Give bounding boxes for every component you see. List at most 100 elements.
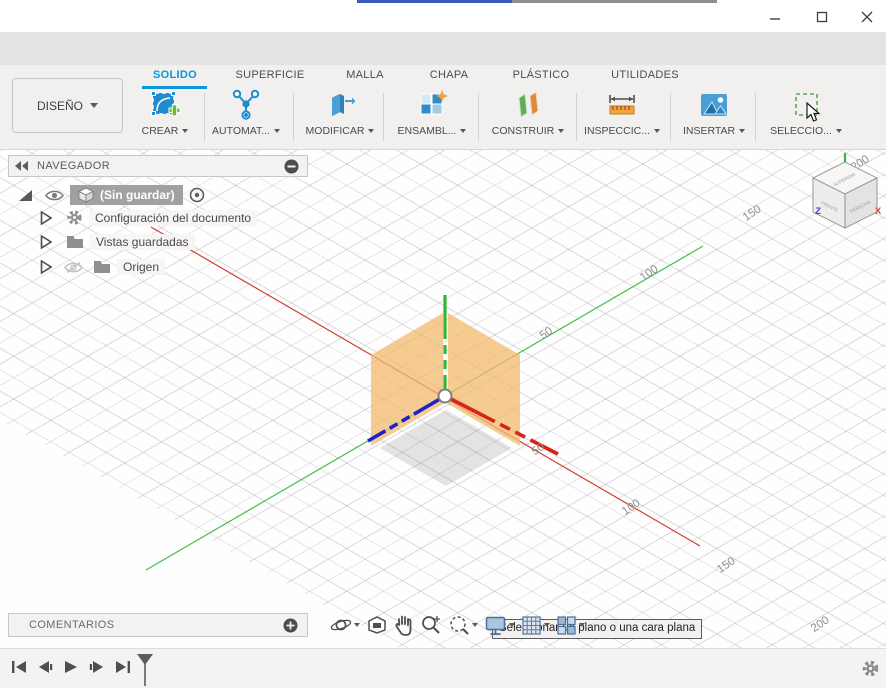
navigator-item-saved-views[interactable]: Vistas guardadas <box>40 234 195 250</box>
group-insertar[interactable]: INSERTAR <box>672 89 756 137</box>
group-crear[interactable]: CREAR <box>123 89 207 137</box>
tab-malla[interactable]: MALLA <box>340 69 390 85</box>
look-at-button[interactable] <box>366 615 388 635</box>
group-construir-label: CONSTRUIR <box>491 125 555 137</box>
group-modificar[interactable]: MODIFICAR <box>298 89 382 137</box>
group-ensambl[interactable]: ENSAMBL... <box>390 89 474 137</box>
top-accent-strip <box>357 0 512 3</box>
navigator-root-row[interactable]: (Sin guardar) <box>18 185 205 205</box>
timeline-skip-start-button[interactable] <box>10 657 28 677</box>
ribbon-separator <box>755 93 756 141</box>
minimize-icon <box>770 18 780 20</box>
timeline-skip-end-button[interactable] <box>114 657 132 677</box>
maximize-button[interactable] <box>807 6 837 28</box>
expand-closed-icon[interactable] <box>40 260 52 274</box>
ensambl-caret-icon <box>460 129 467 133</box>
maximize-icon <box>816 11 828 23</box>
add-comment-plus-icon[interactable] <box>283 618 298 633</box>
timeline-bar <box>0 648 886 688</box>
ribbon-separator <box>670 93 671 141</box>
automat-caret-icon <box>273 129 280 133</box>
timeline-step-back-button[interactable] <box>36 657 54 677</box>
viewports-caret-icon[interactable] <box>579 623 585 627</box>
group-construir[interactable]: CONSTRUIR <box>486 89 570 137</box>
mouse-cursor <box>806 102 821 122</box>
panel-minus-icon[interactable] <box>284 159 299 174</box>
grid-labels-se: 50 100 150 200 <box>530 441 832 635</box>
group-seleccionar-label: SELECCIO... <box>770 125 832 137</box>
timeline-step-forward-button[interactable] <box>88 657 106 677</box>
grid-settings-button[interactable] <box>521 615 550 636</box>
grid-caret-icon[interactable] <box>544 623 550 627</box>
grid-label: 150 <box>715 555 738 576</box>
navigator-header[interactable]: NAVEGADOR <box>8 155 308 177</box>
navigator-title: NAVEGADOR <box>37 160 111 172</box>
fit-caret-icon[interactable] <box>472 623 478 627</box>
view-cube[interactable]: SUPERIOR FRENTE DERECHA Z X <box>811 153 882 229</box>
fit-view-button[interactable] <box>448 614 478 636</box>
close-window-button[interactable] <box>852 6 882 28</box>
display-settings-button[interactable] <box>484 615 515 636</box>
look-at-icon <box>368 616 386 634</box>
group-crear-label: CREAR <box>141 125 179 137</box>
group-insertar-label: INSERTAR <box>682 125 736 137</box>
construct-icon <box>518 91 539 118</box>
create-sketch-icon <box>151 91 181 117</box>
activate-component-radio-icon[interactable] <box>189 187 205 203</box>
modify-icon <box>332 94 356 116</box>
origin-point[interactable] <box>437 388 453 404</box>
document-node-label: (Sin guardar) <box>100 188 175 202</box>
tab-superficie[interactable]: SUPERFICIE <box>234 69 306 85</box>
minimize-button[interactable] <box>760 6 790 28</box>
expand-open-icon[interactable] <box>18 189 33 202</box>
folder-icon <box>67 236 83 248</box>
grid-label: 100 <box>638 263 661 284</box>
tab-chapa[interactable]: CHAPA <box>426 69 472 85</box>
orbit-caret-icon[interactable] <box>354 623 360 627</box>
tab-utilidades[interactable]: UTILIDADES <box>610 69 680 85</box>
zoom-icon <box>422 616 440 634</box>
ribbon-separator <box>478 93 479 141</box>
construir-caret-icon <box>558 129 565 133</box>
timeline-settings-gear-icon[interactable] <box>861 659 880 678</box>
navigator-item-origin[interactable]: Origen <box>40 259 166 275</box>
timeline-playback-controls <box>10 657 132 677</box>
group-ensambl-label: ENSAMBL... <box>397 125 457 137</box>
folder-icon <box>94 261 110 273</box>
group-automat[interactable]: AUTOMAT... <box>204 89 288 137</box>
tab-plastico[interactable]: PLÁSTICO <box>512 69 570 85</box>
expand-closed-icon[interactable] <box>40 235 52 249</box>
display-caret-icon[interactable] <box>509 623 515 627</box>
pan-button[interactable] <box>394 614 414 636</box>
tab-solido[interactable]: SOLIDO <box>142 69 208 85</box>
ribbon: SOLIDO SUPERFICIE MALLA CHAPA PLÁSTICO U… <box>0 65 886 150</box>
expand-closed-icon[interactable] <box>40 210 52 225</box>
group-inspeccion[interactable]: INSPECCIC... <box>580 89 664 137</box>
orbit-button[interactable] <box>330 614 360 636</box>
timeline-position-marker[interactable] <box>134 652 156 688</box>
group-inspeccion-label: INSPECCIC... <box>584 125 650 137</box>
timeline-play-button[interactable] <box>62 657 80 677</box>
inspeccion-caret-icon <box>653 129 660 133</box>
step-back-icon <box>39 661 53 673</box>
insertar-caret-icon <box>739 129 746 133</box>
ribbon-separator <box>576 93 577 141</box>
design-workspace-dropdown[interactable]: DISEÑO <box>12 78 123 133</box>
visibility-eye-icon[interactable] <box>45 189 64 202</box>
top-gray-strip <box>512 0 717 3</box>
inspect-measure-icon <box>609 95 635 115</box>
navigator-item-document-settings[interactable]: Configuración del documento <box>40 209 258 226</box>
ribbon-separator <box>383 93 384 141</box>
play-icon <box>65 661 77 673</box>
collapse-panel-icon[interactable] <box>15 161 29 171</box>
comments-label: COMENTARIOS <box>29 619 115 631</box>
visibility-off-eye-icon[interactable] <box>64 261 83 274</box>
ribbon-separator <box>204 93 205 141</box>
comments-panel[interactable]: COMENTARIOS <box>8 613 308 637</box>
skip-start-icon <box>12 661 26 673</box>
viewports-button[interactable] <box>556 615 585 636</box>
assemble-icon <box>420 90 448 115</box>
grid-label: 200 <box>809 614 832 635</box>
zoom-button[interactable] <box>420 614 442 636</box>
document-node-selected[interactable]: (Sin guardar) <box>70 185 183 205</box>
